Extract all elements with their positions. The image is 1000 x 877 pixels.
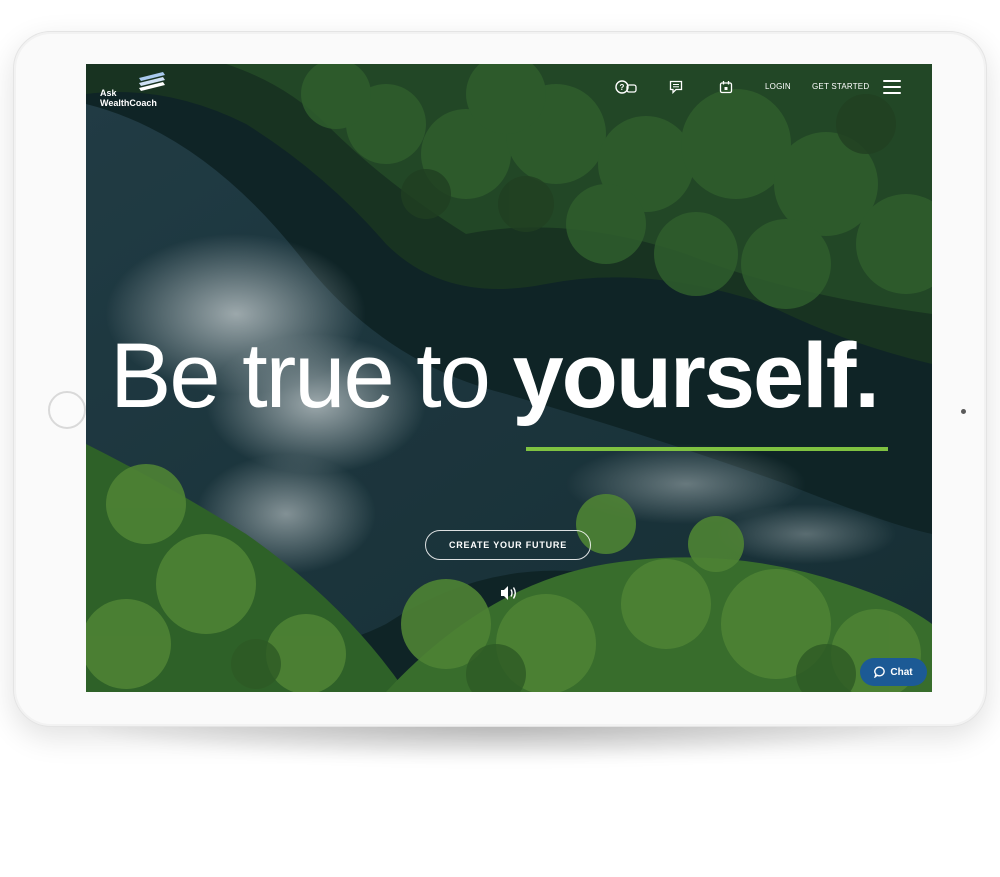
home-button <box>48 391 86 429</box>
headline-light: Be true to <box>110 325 513 427</box>
hero-headline: Be true to yourself. <box>110 326 910 426</box>
chat-question-icon[interactable]: ? <box>615 78 637 96</box>
speaker-icon[interactable] <box>499 584 519 602</box>
message-icon[interactable] <box>668 78 684 96</box>
logo[interactable]: Ask WealthCoach <box>100 72 180 108</box>
logo-line-ask: Ask <box>100 88 117 98</box>
get-started-link[interactable]: GET STARTED <box>812 82 869 91</box>
headline-underline <box>526 447 888 451</box>
chat-bubble-icon <box>874 666 886 678</box>
website-screen: Ask WealthCoach ? LOGIN GET STARTED Be t… <box>86 64 932 692</box>
camera <box>961 409 966 414</box>
chat-label: Chat <box>890 666 913 678</box>
chat-button[interactable]: Chat <box>860 658 927 686</box>
calendar-icon[interactable] <box>718 78 734 96</box>
svg-text:?: ? <box>620 83 625 92</box>
create-your-future-button[interactable]: CREATE YOUR FUTURE <box>425 530 591 560</box>
login-link[interactable]: LOGIN <box>765 82 791 91</box>
logo-text: Ask WealthCoach <box>100 88 157 108</box>
hamburger-menu-icon[interactable] <box>883 80 901 94</box>
logo-line-wealthcoach: WealthCoach <box>100 98 157 108</box>
headline-bold: yourself. <box>512 325 879 427</box>
